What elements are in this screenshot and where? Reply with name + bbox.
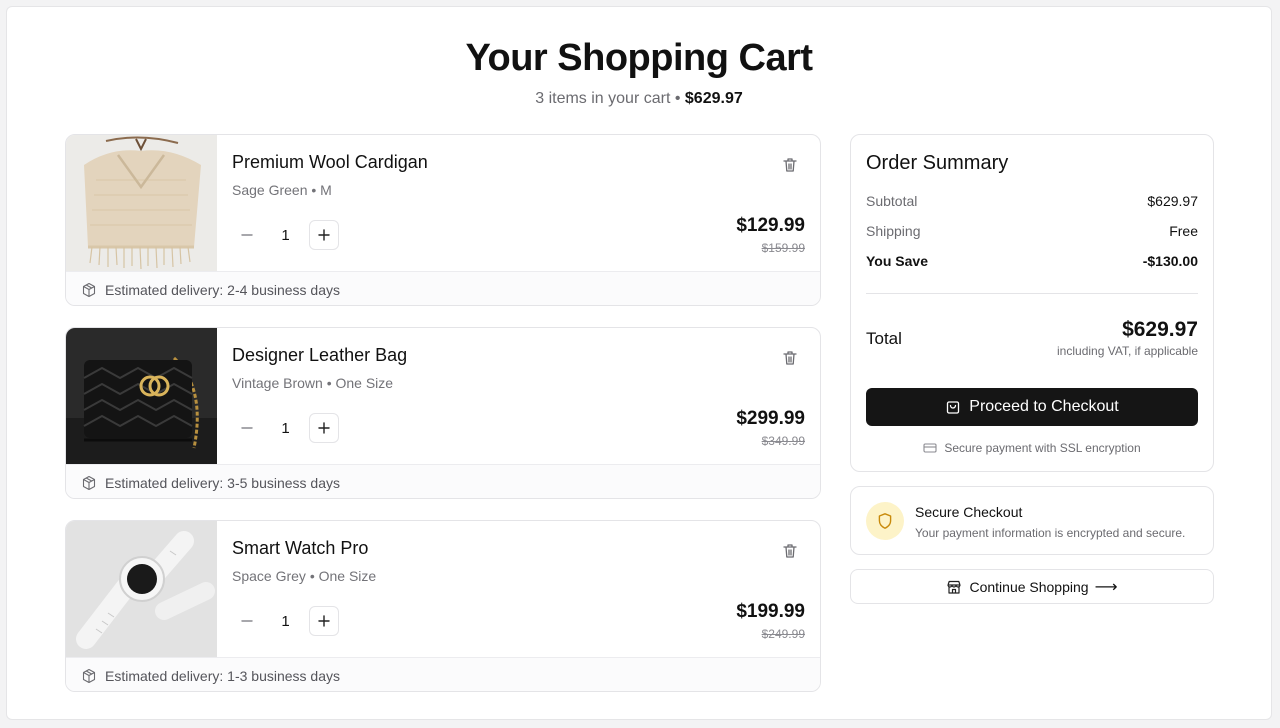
delivery-estimate: Estimated delivery: 2-4 business days [66,271,820,305]
shipping-label: Shipping [866,223,921,239]
secure-checkout-card: Secure Checkout Your payment information… [850,486,1214,555]
increase-quantity-button[interactable] [309,413,339,443]
delivery-estimate: Estimated delivery: 3-5 business days [66,464,820,498]
summary-title: Order Summary [866,152,1009,174]
delivery-text: Estimated delivery: 3-5 business days [105,474,340,491]
remove-item-button[interactable] [780,541,800,561]
quantity-value: 1 [281,419,290,437]
summary-divider [866,293,1198,294]
original-price: $349.99 [761,434,805,448]
product-variant: Vintage Brown • One Size [232,375,394,391]
vat-note: including VAT, if applicable [1057,344,1198,358]
remove-item-button[interactable] [780,348,800,368]
page-title: Your Shopping Cart [465,37,813,79]
continue-shopping-label: Continue Shopping [969,578,1089,595]
ssl-note-text: Secure payment with SSL encryption [944,441,1141,455]
product-price: $299.99 [736,408,805,429]
product-image[interactable] [66,521,217,657]
cart-page: Your Shopping Cart 3 items in your cart … [6,6,1272,720]
product-variant: Space Grey • One Size [232,568,377,584]
product-image[interactable] [66,135,217,271]
cart-item: Designer Leather Bag Vintage Brown • One… [65,327,821,499]
savings-label: You Save [866,253,928,269]
minus-icon [241,620,253,622]
separator-dot: • [674,90,681,107]
quantity-value: 1 [281,612,290,630]
package-icon [82,668,96,683]
product-image[interactable] [66,328,217,464]
remove-item-button[interactable] [780,155,800,175]
subtotal-label: Subtotal [866,193,918,209]
increase-quantity-button[interactable] [309,220,339,250]
quantity-stepper: 1 [232,220,339,250]
cart-item: Smart Watch Pro Space Grey • One Size 1 … [65,520,821,692]
quantity-stepper: 1 [232,606,339,636]
subtotal-value: $629.97 [1147,193,1198,209]
arrow-right-icon: ⟶ [1094,578,1118,596]
minus-icon [241,427,253,429]
store-icon [947,580,962,594]
shield-badge [866,502,904,540]
order-summary: Order Summary Subtotal $629.97 Shipping … [850,134,1214,472]
secure-checkout-title: Secure Checkout [915,504,1023,520]
decrease-quantity-button[interactable] [232,606,262,636]
credit-card-icon [923,443,937,453]
knit-cardigan-photo [66,135,217,271]
shipping-value: Free [1169,223,1198,239]
cart-item: Premium Wool Cardigan Sage Green • M 1 $… [65,134,821,306]
checkout-label: Proceed to Checkout [969,398,1119,415]
increase-quantity-button[interactable] [309,606,339,636]
delivery-text: Estimated delivery: 1-3 business days [105,667,340,684]
shipping-row: Shipping Free [866,223,1198,239]
savings-row: You Save -$130.00 [866,253,1198,269]
secure-checkout-description: Your payment information is encrypted an… [915,526,1186,540]
product-name[interactable]: Premium Wool Cardigan [232,152,428,173]
product-name[interactable]: Smart Watch Pro [232,538,368,559]
item-count: 3 items in your cart [535,90,671,107]
total-value: $629.97 [1122,318,1198,341]
quilted-leather-bag-photo [66,328,217,464]
package-icon [82,282,96,297]
shopping-bag-icon [947,401,960,414]
cart-subtitle: 3 items in your cart • $629.97 [7,90,1271,108]
white-smartwatch-photo [66,521,217,657]
cart-total: $629.97 [684,90,743,107]
quantity-stepper: 1 [232,413,339,443]
shield-icon [878,513,892,529]
subtotal-row: Subtotal $629.97 [866,193,1198,209]
decrease-quantity-button[interactable] [232,220,262,250]
total-label: Total [866,329,902,348]
delivery-estimate: Estimated delivery: 1-3 business days [66,657,820,691]
original-price: $159.99 [761,241,805,255]
checkout-button[interactable]: Proceed to Checkout [866,388,1198,426]
product-price: $129.99 [736,215,805,236]
trash-icon [783,544,797,558]
delivery-text: Estimated delivery: 2-4 business days [105,281,340,298]
trash-icon [783,158,797,172]
package-icon [82,475,96,490]
continue-shopping-button[interactable]: Continue Shopping ⟶ [850,569,1214,604]
quantity-value: 1 [281,226,290,244]
original-price: $249.99 [761,627,805,641]
plus-icon [318,422,330,434]
ssl-note: Secure payment with SSL encryption [851,441,1213,455]
decrease-quantity-button[interactable] [232,413,262,443]
plus-icon [318,229,330,241]
trash-icon [783,351,797,365]
savings-value: -$130.00 [1142,253,1198,269]
product-price: $199.99 [736,601,805,622]
minus-icon [241,234,253,236]
plus-icon [318,615,330,627]
product-name[interactable]: Designer Leather Bag [232,345,407,366]
product-variant: Sage Green • M [232,182,332,198]
page-header: Your Shopping Cart 3 items in your cart … [7,37,1271,108]
